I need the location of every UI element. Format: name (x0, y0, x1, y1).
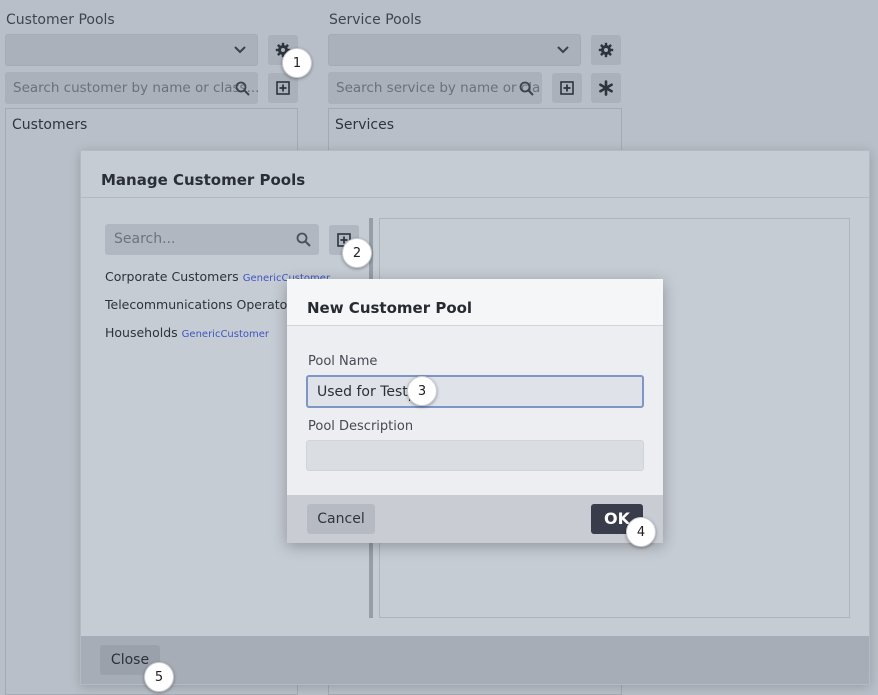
asterisk-icon (598, 80, 614, 96)
pool-description-input[interactable] (306, 440, 644, 471)
service-search-placeholder: Search service by name or cla (336, 80, 541, 96)
add-service-button[interactable] (552, 73, 582, 103)
customer-pools-label: Customer Pools (6, 12, 115, 28)
services-panel-title: Services (335, 117, 395, 133)
plus-square-icon (560, 81, 574, 95)
step-badge-3: 3 (407, 376, 437, 406)
pool-search-input[interactable]: Search... (105, 224, 319, 255)
cancel-button[interactable]: Cancel (307, 504, 375, 534)
chevron-down-icon (233, 42, 247, 56)
customers-panel-title: Customers (12, 117, 88, 133)
plus-square-icon (276, 81, 290, 95)
customer-search-input[interactable]: Search customer by name or class... (5, 72, 258, 104)
step-badge-1: 1 (282, 48, 312, 78)
search-icon (296, 232, 311, 247)
chevron-down-icon (556, 42, 570, 56)
service-asterisk-button[interactable] (591, 73, 621, 103)
gear-icon (598, 42, 614, 58)
pool-name: Households (105, 325, 178, 340)
new-pool-dialog-title: New Customer Pool (287, 279, 663, 326)
step-badge-4: 4 (626, 517, 656, 547)
customer-search-placeholder: Search customer by name or class... (13, 80, 258, 96)
pool-type-tag: GenericCustomer (181, 329, 270, 340)
new-customer-pool-dialog: New Customer Pool Pool Name Used for Tes… (287, 279, 663, 543)
new-pool-dialog-footer: Cancel OK (287, 495, 663, 543)
pool-name-value: Used for Test (317, 384, 408, 400)
step-badge-2: 2 (342, 238, 372, 268)
service-pool-settings-button[interactable] (591, 35, 621, 65)
manage-dialog-footer: Close (81, 636, 869, 684)
service-pool-select[interactable] (328, 34, 581, 66)
service-search-input[interactable]: Search service by name or cla (328, 72, 542, 104)
pool-name: Telecommunications Operators (105, 297, 299, 312)
search-icon (519, 81, 534, 96)
search-icon (235, 81, 250, 96)
pool-name-input[interactable]: Used for Test (306, 375, 644, 408)
customer-pool-select[interactable] (5, 34, 258, 66)
step-badge-5: 5 (144, 662, 174, 692)
pool-name-label: Pool Name (308, 354, 378, 369)
pool-name: Corporate Customers (105, 269, 239, 284)
pool-description-label: Pool Description (308, 419, 414, 434)
pool-search-placeholder: Search... (114, 231, 176, 247)
manage-dialog-title: Manage Customer Pools (81, 151, 869, 198)
service-pools-label: Service Pools (329, 12, 422, 28)
